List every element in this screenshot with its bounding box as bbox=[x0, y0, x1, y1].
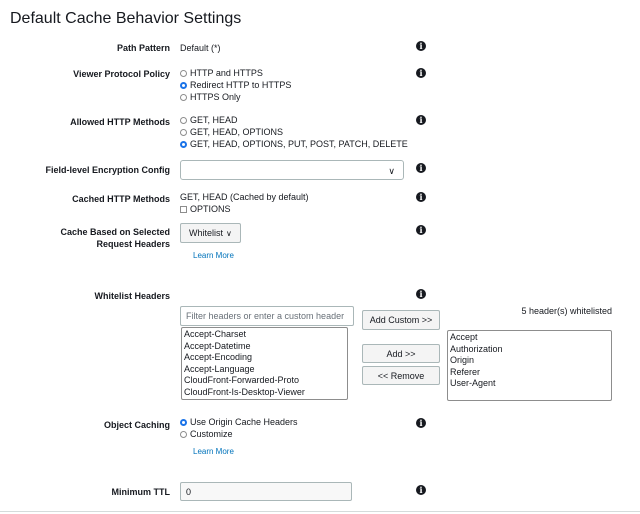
whitelist-headers-label: Whitelist Headers bbox=[94, 291, 170, 301]
list-item[interactable]: Accept-Charset bbox=[184, 329, 345, 341]
radio-button[interactable] bbox=[180, 93, 187, 101]
object-caching-radios: Use Origin Cache Headers Customize bbox=[180, 416, 298, 440]
info-icon[interactable]: i bbox=[416, 485, 426, 495]
allowed-methods-radios: GET, HEAD GET, HEAD, OPTIONS GET, HEAD, … bbox=[180, 114, 408, 150]
info-icon[interactable]: i bbox=[416, 418, 426, 428]
radio-option[interactable]: Redirect HTTP to HTTPS bbox=[180, 79, 291, 91]
list-item[interactable]: CloudFront-Forwarded-Proto bbox=[184, 375, 345, 387]
info-icon[interactable]: i bbox=[416, 68, 426, 78]
header-filter-input[interactable]: Filter headers or enter a custom header bbox=[180, 306, 354, 326]
min-ttl-label: Minimum TTL bbox=[111, 487, 171, 497]
list-item[interactable]: CloudFront-Is-Desktop-Viewer bbox=[184, 387, 345, 399]
min-ttl-input[interactable]: 0 bbox=[180, 482, 352, 501]
viewer-protocol-radios: HTTP and HTTPS Redirect HTTP to HTTPS HT… bbox=[180, 67, 291, 103]
radio-button[interactable] bbox=[180, 116, 187, 124]
radio-option[interactable]: GET, HEAD, OPTIONS, PUT, POST, PATCH, DE… bbox=[180, 138, 408, 150]
options-checkbox-row[interactable]: OPTIONS bbox=[180, 203, 231, 215]
info-icon[interactable]: i bbox=[416, 192, 426, 202]
chevron-down-icon: ∨ bbox=[388, 166, 395, 176]
whitelist-dropdown[interactable]: Whitelist ∨ bbox=[180, 223, 241, 243]
radio-option[interactable]: GET, HEAD, OPTIONS bbox=[180, 126, 408, 138]
list-item[interactable]: Accept-Datetime bbox=[184, 341, 345, 353]
field-encryption-label: Field-level Encryption Config bbox=[45, 165, 170, 175]
list-item[interactable]: Origin bbox=[450, 355, 609, 367]
radio-option[interactable]: Customize bbox=[180, 428, 298, 440]
cached-methods-value: GET, HEAD (Cached by default) bbox=[180, 192, 309, 202]
divider bbox=[0, 511, 640, 512]
radio-button[interactable] bbox=[180, 128, 187, 136]
learn-more-link[interactable]: Learn More bbox=[193, 447, 234, 456]
radio-button[interactable] bbox=[180, 140, 187, 148]
allowed-methods-label: Allowed HTTP Methods bbox=[70, 117, 170, 127]
radio-button[interactable] bbox=[180, 69, 187, 77]
whitelist-count: 5 header(s) whitelisted bbox=[521, 306, 612, 316]
remove-button[interactable]: << Remove bbox=[362, 366, 440, 385]
page-title: Default Cache Behavior Settings bbox=[10, 10, 242, 27]
list-item[interactable]: Accept-Language bbox=[184, 364, 345, 376]
radio-option[interactable]: Use Origin Cache Headers bbox=[180, 416, 298, 428]
info-icon[interactable]: i bbox=[416, 115, 426, 125]
radio-option[interactable]: HTTP and HTTPS bbox=[180, 67, 291, 79]
path-pattern-value: Default (*) bbox=[180, 43, 221, 53]
cache-headers-label: Cache Based on Selected Request Headers bbox=[60, 227, 170, 249]
path-pattern-label: Path Pattern bbox=[116, 43, 170, 53]
list-item[interactable]: Accept-Encoding bbox=[184, 352, 345, 364]
whitelisted-headers-list[interactable]: Accept Authorization Origin Referer User… bbox=[447, 330, 612, 401]
viewer-protocol-label: Viewer Protocol Policy bbox=[73, 69, 170, 79]
add-button[interactable]: Add >> bbox=[362, 344, 440, 363]
radio-button[interactable] bbox=[180, 418, 187, 426]
cached-methods-label: Cached HTTP Methods bbox=[72, 194, 170, 204]
chevron-down-icon: ∨ bbox=[226, 228, 232, 238]
field-encryption-select[interactable]: ∨ bbox=[180, 160, 404, 180]
learn-more-link[interactable]: Learn More bbox=[193, 251, 234, 260]
options-checkbox[interactable] bbox=[180, 205, 187, 213]
object-caching-label: Object Caching bbox=[103, 420, 170, 430]
add-custom-button[interactable]: Add Custom >> bbox=[362, 310, 440, 330]
radio-button[interactable] bbox=[180, 81, 187, 89]
list-item[interactable]: Referer bbox=[450, 367, 609, 379]
list-item[interactable]: Accept bbox=[450, 332, 609, 344]
radio-button[interactable] bbox=[180, 430, 187, 438]
radio-option[interactable]: HTTPS Only bbox=[180, 91, 291, 103]
info-icon[interactable]: i bbox=[416, 225, 426, 235]
info-icon[interactable]: i bbox=[416, 41, 426, 51]
info-icon[interactable]: i bbox=[416, 163, 426, 173]
list-item[interactable]: Authorization bbox=[450, 344, 609, 356]
list-item[interactable]: User-Agent bbox=[450, 378, 609, 390]
radio-option[interactable]: GET, HEAD bbox=[180, 114, 408, 126]
info-icon[interactable]: i bbox=[416, 289, 426, 299]
available-headers-list[interactable]: Accept-Charset Accept-Datetime Accept-En… bbox=[181, 327, 348, 400]
